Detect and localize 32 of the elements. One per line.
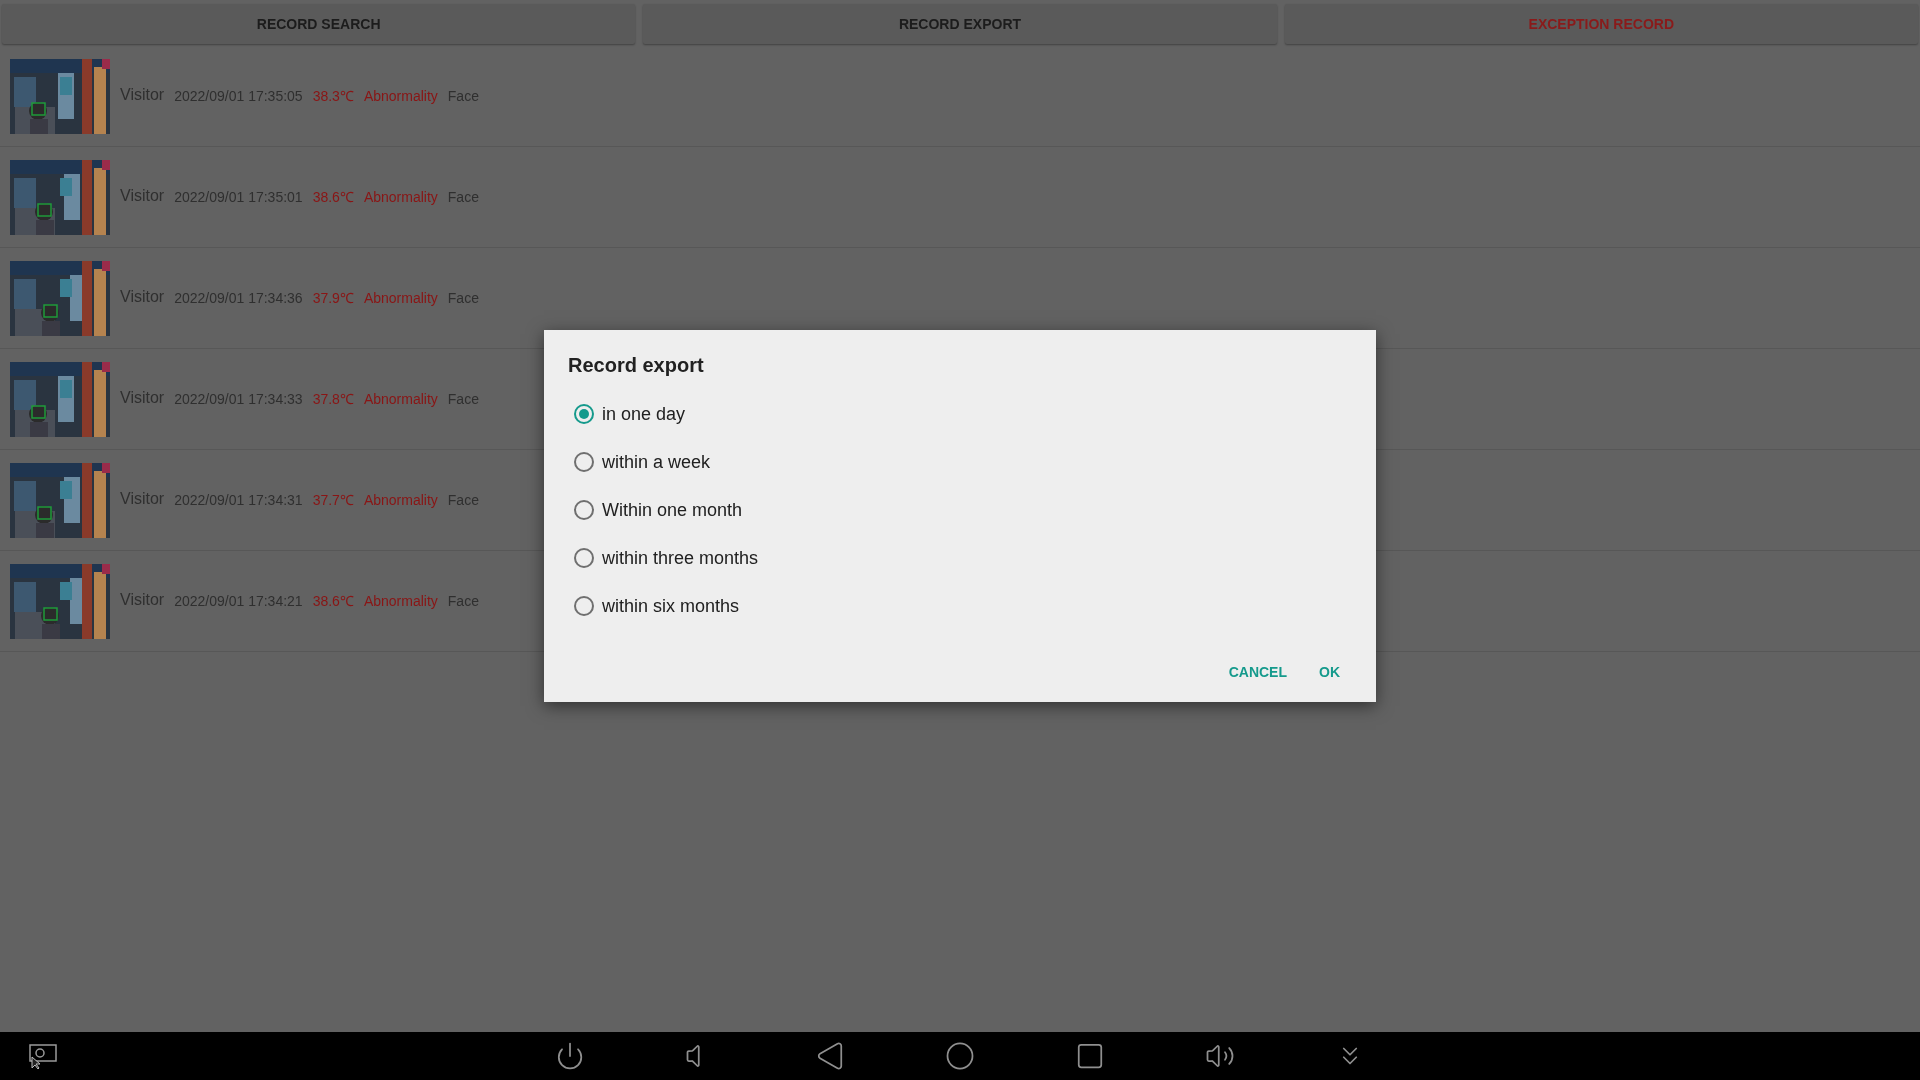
tab[interactable]: RECORD SEARCH: [2, 4, 636, 44]
option-label[interactable]: Within one month: [602, 496, 743, 524]
status-label: Abnormality: [363, 86, 438, 106]
home-icon[interactable]: [945, 1041, 975, 1071]
temperature: 38.6℃: [312, 591, 354, 611]
radio-button[interactable]: [574, 452, 594, 472]
dialog-title: Record export: [568, 353, 705, 378]
status-label: Abnormality: [363, 288, 438, 308]
option-label[interactable]: within a week: [602, 448, 711, 476]
status-label: Abnormality: [363, 389, 438, 409]
screenshot-icon[interactable]: [26, 1043, 60, 1069]
dialog-button[interactable]: OK: [1307, 654, 1352, 690]
tab[interactable]: RECORD EXPORT: [643, 4, 1277, 44]
temperature: 37.9℃: [312, 288, 354, 308]
option-label[interactable]: within six months: [602, 592, 740, 620]
status-label: Abnormality: [363, 490, 438, 510]
status-label: Abnormality: [363, 187, 438, 207]
radio-button[interactable]: [574, 596, 594, 616]
radio-button[interactable]: [574, 548, 594, 568]
temperature: 37.8℃: [312, 389, 354, 409]
radio-button[interactable]: [574, 404, 594, 424]
temperature: 38.3℃: [312, 86, 354, 106]
option-label[interactable]: in one day: [602, 400, 686, 428]
back-icon[interactable]: [815, 1041, 845, 1071]
dialog-button[interactable]: CANCEL: [1216, 654, 1299, 690]
recent-apps-icon[interactable]: [1075, 1041, 1105, 1071]
option-label[interactable]: within three months: [602, 544, 759, 572]
status-label: Abnormality: [363, 591, 438, 611]
power-icon[interactable]: [555, 1041, 585, 1071]
temperature: 37.7℃: [312, 490, 354, 510]
radio-button[interactable]: [574, 500, 594, 520]
temperature: 38.6℃: [312, 187, 354, 207]
